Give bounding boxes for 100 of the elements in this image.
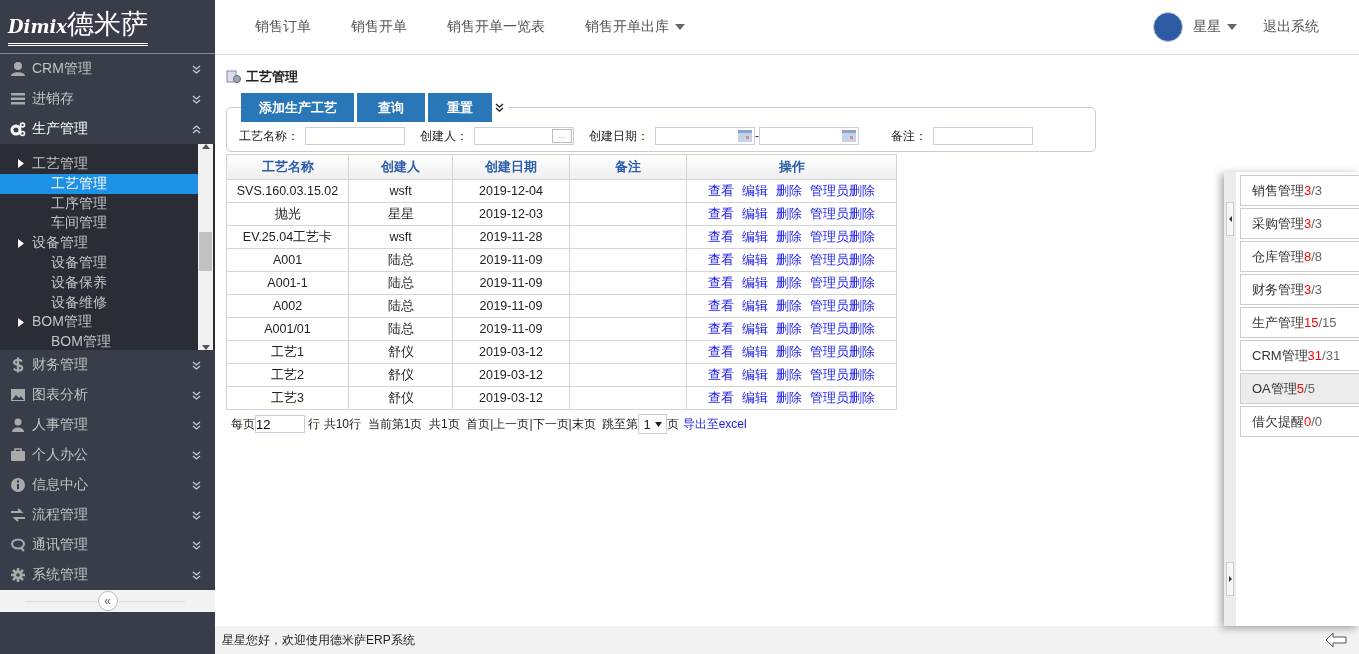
menu-item[interactable]: 生产管理 bbox=[0, 114, 215, 144]
action-link[interactable]: 删除 bbox=[776, 251, 802, 269]
action-link[interactable]: 删除 bbox=[776, 389, 802, 407]
action-link[interactable]: 查看 bbox=[708, 389, 734, 407]
notice-item[interactable]: 销售管理3/3 bbox=[1240, 175, 1359, 206]
action-link[interactable]: 管理员删除 bbox=[810, 228, 875, 246]
menu-item[interactable]: 流程管理 bbox=[0, 500, 215, 530]
action-link[interactable]: 编辑 bbox=[742, 389, 768, 407]
action-link[interactable]: 编辑 bbox=[742, 366, 768, 384]
submenu-group[interactable]: 工艺管理 bbox=[0, 154, 198, 174]
action-link[interactable]: 编辑 bbox=[742, 182, 768, 200]
submenu-group[interactable]: 设备管理 bbox=[0, 233, 198, 253]
menu-item[interactable]: 图表分析 bbox=[0, 380, 215, 410]
avatar[interactable] bbox=[1153, 12, 1183, 42]
table-cell: 陆总 bbox=[348, 271, 453, 295]
action-link[interactable]: 删除 bbox=[776, 366, 802, 384]
logo: Dimix德米萨 bbox=[8, 6, 149, 46]
action-link[interactable]: 编辑 bbox=[742, 320, 768, 338]
caret-right-icon bbox=[18, 317, 24, 327]
date-field[interactable] bbox=[759, 127, 859, 145]
action-link[interactable]: 删除 bbox=[776, 205, 802, 223]
page-size-field[interactable]: 12 bbox=[255, 415, 305, 433]
toolbar-button[interactable]: 重置 bbox=[428, 93, 492, 122]
notice-item[interactable]: 生产管理15/15 bbox=[1240, 307, 1359, 338]
submenu-item[interactable]: 工序管理 bbox=[0, 193, 198, 214]
notice-item[interactable]: OA管理5/5 bbox=[1240, 373, 1359, 404]
menu-item[interactable]: 个人办公 bbox=[0, 440, 215, 470]
calendar-icon bbox=[738, 130, 752, 142]
export-link[interactable]: 导出至excel bbox=[682, 415, 747, 433]
notice-item[interactable]: 仓库管理8/8 bbox=[1240, 241, 1359, 272]
input-field[interactable]: ... bbox=[474, 127, 574, 145]
action-link[interactable]: 编辑 bbox=[742, 297, 768, 315]
submenu-item[interactable]: BOM管理 bbox=[0, 332, 198, 350]
toolbar-button[interactable]: 查询 bbox=[357, 93, 425, 122]
menu-item[interactable]: 信息中心 bbox=[0, 470, 215, 500]
nav-link[interactable]: 销售开单出库 bbox=[585, 18, 685, 36]
action-link[interactable]: 管理员删除 bbox=[810, 205, 875, 223]
action-link[interactable]: 管理员删除 bbox=[810, 343, 875, 361]
input-field[interactable] bbox=[933, 127, 1033, 145]
submenu-group[interactable]: BOM管理 bbox=[0, 312, 198, 333]
action-link[interactable]: 删除 bbox=[776, 182, 802, 200]
table-cell: 2019-12-04 bbox=[452, 179, 570, 203]
action-link[interactable]: 查看 bbox=[708, 343, 734, 361]
action-link[interactable]: 管理员删除 bbox=[810, 182, 875, 200]
nav-link[interactable]: 销售开单一览表 bbox=[447, 18, 545, 36]
action-link[interactable]: 管理员删除 bbox=[810, 274, 875, 292]
action-link[interactable]: 管理员删除 bbox=[810, 251, 875, 269]
action-link[interactable]: 编辑 bbox=[742, 251, 768, 269]
toolbar-button[interactable]: 添加生产工艺 bbox=[241, 93, 354, 122]
collapse-button[interactable]: « bbox=[97, 591, 118, 611]
field-label: 创建日期： bbox=[589, 127, 649, 145]
page-select[interactable]: 1 bbox=[638, 414, 667, 434]
action-link[interactable]: 查看 bbox=[708, 182, 734, 200]
submenu-item[interactable]: 设备管理 bbox=[0, 253, 198, 273]
action-link[interactable]: 管理员删除 bbox=[810, 297, 875, 315]
action-link[interactable]: 编辑 bbox=[742, 228, 768, 246]
nav-link[interactable]: 销售开单 bbox=[351, 18, 407, 36]
action-link[interactable]: 管理员删除 bbox=[810, 366, 875, 384]
action-link[interactable]: 查看 bbox=[708, 320, 734, 338]
page-title: 工艺管理 bbox=[246, 68, 298, 86]
date-field[interactable] bbox=[655, 127, 755, 145]
menu-item[interactable]: CRM管理 bbox=[0, 54, 215, 84]
table-cell: A001 bbox=[226, 248, 349, 272]
table-cell: 舒仪 bbox=[348, 386, 453, 410]
action-link[interactable]: 编辑 bbox=[742, 274, 768, 292]
action-link[interactable]: 删除 bbox=[776, 320, 802, 338]
table-cell: 舒仪 bbox=[348, 363, 453, 387]
submenu-item[interactable]: 设备保养 bbox=[0, 272, 198, 293]
menu-item[interactable]: 财务管理 bbox=[0, 350, 215, 380]
logout-link[interactable]: 退出系统 bbox=[1263, 18, 1319, 36]
picker-button[interactable]: ... bbox=[552, 129, 572, 143]
menu-item[interactable]: 系统管理 bbox=[0, 560, 215, 590]
action-link[interactable]: 查看 bbox=[708, 297, 734, 315]
action-link[interactable]: 删除 bbox=[776, 343, 802, 361]
submenu-item[interactable]: 车间管理 bbox=[0, 213, 198, 234]
nav-link[interactable]: 销售订单 bbox=[255, 18, 311, 36]
action-link[interactable]: 管理员删除 bbox=[810, 320, 875, 338]
submenu-item[interactable]: 设备维修 bbox=[0, 292, 198, 313]
action-link[interactable]: 删除 bbox=[776, 297, 802, 315]
user-menu[interactable]: 星星 bbox=[1193, 18, 1237, 36]
menu-item[interactable]: 通讯管理 bbox=[0, 530, 215, 560]
scrollbar-thumb[interactable] bbox=[199, 232, 212, 271]
action-link[interactable]: 查看 bbox=[708, 228, 734, 246]
action-link[interactable]: 删除 bbox=[776, 274, 802, 292]
input-field[interactable] bbox=[305, 127, 405, 145]
action-link[interactable]: 查看 bbox=[708, 366, 734, 384]
action-link[interactable]: 查看 bbox=[708, 205, 734, 223]
notice-item[interactable]: CRM管理31/31 bbox=[1240, 340, 1359, 371]
action-link[interactable]: 编辑 bbox=[742, 205, 768, 223]
notice-item[interactable]: 财务管理3/3 bbox=[1240, 274, 1359, 305]
action-link[interactable]: 管理员删除 bbox=[810, 389, 875, 407]
action-link[interactable]: 查看 bbox=[708, 274, 734, 292]
notice-item[interactable]: 借欠提醒0/0 bbox=[1240, 406, 1359, 437]
notice-item[interactable]: 采购管理3/3 bbox=[1240, 208, 1359, 239]
menu-item[interactable]: 进销存 bbox=[0, 84, 215, 114]
action-link[interactable]: 编辑 bbox=[742, 343, 768, 361]
action-link[interactable]: 删除 bbox=[776, 228, 802, 246]
briefcase-icon bbox=[10, 447, 26, 463]
action-link[interactable]: 查看 bbox=[708, 251, 734, 269]
menu-item[interactable]: 人事管理 bbox=[0, 410, 215, 440]
